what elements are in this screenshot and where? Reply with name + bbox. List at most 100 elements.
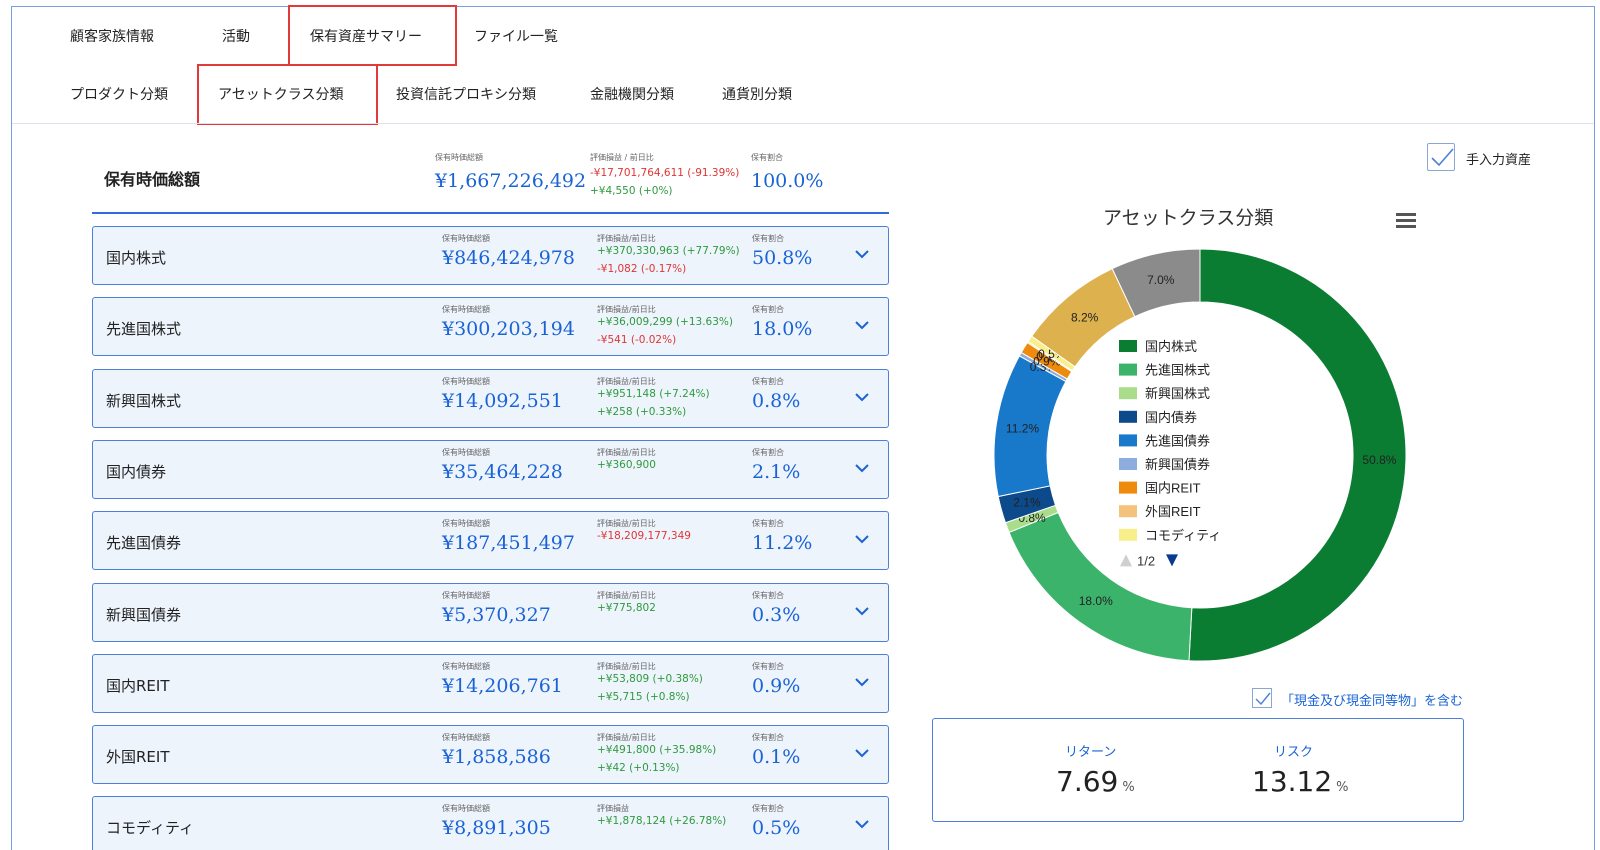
asset-class-card[interactable]: 国内REIT 保有時価総額 ¥14,206,761 評価損益/前日比 +¥53,809 … [92,654,889,713]
total-pl: -¥17,701,764,611 (-91.39%) [590,167,740,179]
check-icon [1255,692,1271,706]
asset-class-card[interactable]: 国内株式 保有時価総額 ¥846,424,978 評価損益/前日比 +¥370,330,… [92,226,889,285]
market-value-caption: 保有時価総額 [442,519,490,528]
market-value: ¥5,370,327 [442,604,551,626]
day-change: +¥42 (+0.13%) [597,762,680,774]
legend-prev-icon[interactable] [1120,554,1132,567]
legend-label[interactable]: 先進国債券 [1145,433,1210,448]
asset-class-name: コモディティ [106,819,195,837]
holding-ratio: 0.8% [752,390,801,412]
market-value: ¥8,891,305 [442,817,551,839]
asset-class-name: 新興国株式 [106,392,182,410]
legend-swatch[interactable] [1119,481,1137,494]
day-change: +¥258 (+0.33%) [597,406,687,418]
day-change: -¥1,082 (-0.17%) [597,263,687,275]
legend-label[interactable]: 外国REIT [1145,504,1201,519]
unrealized-pl: +¥491,800 (+35.98%) [597,744,717,756]
ratio-caption: 保有割合 [752,662,784,671]
tab-holdings-summary[interactable]: 保有資産サマリー [288,5,457,66]
asset-class-card[interactable]: 新興国債券 保有時価総額 ¥5,370,327 評価損益/前日比 +¥775,802 保有… [92,583,889,642]
tab-currency-class[interactable]: 通貨別分類 [722,84,792,104]
market-value: ¥1,858,586 [442,746,551,768]
market-value-caption: 保有時価総額 [442,305,490,314]
legend-swatch[interactable] [1119,410,1137,423]
legend-swatch[interactable] [1119,340,1137,352]
legend-label[interactable]: 先進国株式 [1145,363,1210,378]
slice-data-label: 50.8% [1362,453,1396,467]
asset-class-donut-chart: 50.8%18.0%0.8%2.1%11.2%0.3%0.9%0.1%0.5%8… [993,248,1407,662]
total-ratio: 100.0% [751,170,824,192]
slice-data-label: 11.2% [1006,421,1039,435]
unrealized-pl: +¥951,148 (+7.24%) [597,388,710,400]
pl-caption: 評価損益/前日比 [597,377,656,386]
market-value-caption: 保有時価総額 [442,234,490,243]
chevron-down-icon[interactable] [853,815,871,833]
day-change: +¥5,715 (+0.8%) [597,691,690,703]
return-label: リターン [1065,745,1117,760]
legend-label[interactable]: コモディティ [1145,528,1221,543]
legend-swatch[interactable] [1119,363,1137,376]
chevron-down-icon[interactable] [853,459,871,477]
legend-label[interactable]: 国内債券 [1145,410,1197,425]
chevron-down-icon[interactable] [853,316,871,334]
asset-class-card[interactable]: 新興国株式 保有時価総額 ¥14,092,551 評価損益/前日比 +¥951,148 … [92,369,889,428]
ratio-caption: 保有割合 [752,305,784,314]
legend-swatch[interactable] [1119,528,1137,541]
legend-swatch[interactable] [1119,387,1137,400]
legend-swatch[interactable] [1119,434,1137,447]
chevron-down-icon[interactable] [853,388,871,406]
chevron-down-icon[interactable] [853,602,871,620]
legend-label[interactable]: 新興国債券 [1145,457,1210,472]
pl-caption: 評価損益/前日比 [597,662,656,671]
chevron-down-icon[interactable] [853,744,871,762]
chevron-down-icon[interactable] [853,673,871,691]
check-icon [1431,148,1454,167]
unrealized-pl: -¥18,209,177,349 [597,530,691,542]
chevron-down-icon[interactable] [853,530,871,548]
tab-institution-class[interactable]: 金融機関分類 [590,84,674,104]
tab-file-list[interactable]: ファイル一覧 [474,26,558,46]
risk-value: 13.12% [1252,765,1349,798]
tab-customer-family[interactable]: 顧客家族情報 [70,26,154,46]
market-value: ¥14,092,551 [442,390,563,412]
ratio-caption: 保有割合 [752,519,784,528]
asset-class-card[interactable]: 先進国株式 保有時価総額 ¥300,203,194 評価損益/前日比 +¥36,009,… [92,297,889,356]
tab-asset-class[interactable]: アセットクラス分類 [197,64,378,125]
asset-class-card[interactable]: 先進国債券 保有時価総額 ¥187,451,497 評価損益/前日比 -¥18,209,… [92,511,889,570]
include-cash-label: 「現金及び現金同等物」を含む [1281,694,1464,709]
asset-class-name: 先進国株式 [106,320,182,338]
asset-class-card[interactable]: コモディティ 保有時価総額 ¥8,891,305 評価損益 +¥1,878,124 (+… [92,796,889,850]
hamburger-menu-icon[interactable] [1395,211,1417,229]
market-value: ¥300,203,194 [442,318,575,340]
ratio-caption: 保有割合 [752,448,784,457]
return-risk-panel: リターン 7.69% リスク 13.12% [932,718,1464,822]
legend-swatch[interactable] [1119,505,1137,518]
ratio-caption: 保有割合 [752,733,784,742]
holding-ratio: 0.3% [752,604,801,626]
asset-class-card[interactable]: 外国REIT 保有時価総額 ¥1,858,586 評価損益/前日比 +¥491,800 … [92,725,889,784]
tab-product-class[interactable]: プロダクト分類 [70,84,168,104]
manual-assets-checkbox[interactable] [1427,143,1455,171]
market-value-caption: 保有時価総額 [442,448,490,457]
include-cash-checkbox[interactable] [1252,688,1272,708]
legend-label[interactable]: 国内REIT [1145,481,1201,496]
asset-class-card[interactable]: 国内債券 保有時価総額 ¥35,464,228 評価損益/前日比 +¥360,900 保有… [92,440,889,499]
legend-label[interactable]: 国内株式 [1145,339,1197,354]
holding-ratio: 0.9% [752,675,801,697]
return-value: 7.69% [1056,765,1135,798]
pl-caption: 評価損益/前日比 [597,305,656,314]
pl-caption: 評価損益/前日比 [597,519,656,528]
unrealized-pl: +¥36,009,299 (+13.63%) [597,316,733,328]
tab-fund-proxy-class[interactable]: 投資信託プロキシ分類 [396,84,536,104]
chevron-down-icon[interactable] [853,245,871,263]
tab-activity[interactable]: 活動 [222,26,250,46]
pl-caption: 評価損益/前日比 [597,733,656,742]
manual-assets-label: 手入力資産 [1466,153,1532,168]
asset-class-name: 国内REIT [106,677,170,695]
legend-swatch[interactable] [1119,458,1137,470]
asset-class-name: 新興国債券 [106,606,182,624]
legend-next-icon[interactable] [1166,554,1178,567]
tabs-divider [12,123,1594,124]
legend-label[interactable]: 新興国株式 [1145,386,1210,401]
ratio-caption: 保有割合 [752,804,784,813]
